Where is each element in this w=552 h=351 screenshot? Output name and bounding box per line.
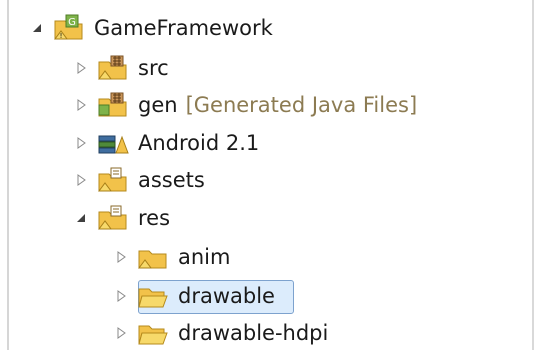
tree-node-src[interactable]: src bbox=[74, 50, 169, 86]
expanded-arrow-icon[interactable] bbox=[30, 21, 44, 35]
expanded-arrow-icon[interactable] bbox=[74, 211, 88, 225]
tree-node-res[interactable]: res bbox=[74, 200, 170, 236]
generated-files-note: [Generated Java Files] bbox=[185, 93, 418, 117]
svg-text:!: ! bbox=[60, 32, 63, 40]
folder-open-icon bbox=[136, 281, 170, 311]
generated-source-folder-icon bbox=[96, 90, 130, 120]
source-folder-icon bbox=[96, 53, 130, 83]
collapsed-arrow-icon[interactable] bbox=[114, 289, 128, 303]
folder-icon bbox=[136, 242, 170, 272]
tree-node-label: drawable-hdpi bbox=[178, 321, 329, 345]
tree-node-anim[interactable]: anim bbox=[114, 239, 230, 275]
folder-icon bbox=[96, 203, 130, 233]
collapsed-arrow-icon[interactable] bbox=[74, 136, 88, 150]
tree-node-label: drawable bbox=[178, 284, 275, 308]
view-border-right bbox=[532, 0, 534, 350]
tree-node-assets[interactable]: assets bbox=[74, 162, 205, 198]
tree-node-android-library[interactable]: Android 2.1 bbox=[74, 125, 259, 161]
tree-node-gen[interactable]: gen [Generated Java Files] bbox=[74, 87, 417, 123]
tree-node-label: gen bbox=[138, 93, 178, 117]
tree-node-label: GameFramework bbox=[94, 16, 273, 40]
view-border-left bbox=[7, 0, 9, 350]
collapsed-arrow-icon[interactable] bbox=[74, 98, 88, 112]
collapsed-arrow-icon[interactable] bbox=[74, 173, 88, 187]
tree-node-drawable-hdpi[interactable]: drawable-hdpi bbox=[114, 315, 328, 351]
tree-node-gameframework[interactable]: G ! GameFramework bbox=[30, 10, 273, 46]
library-icon bbox=[96, 128, 130, 158]
tree-node-label: assets bbox=[138, 168, 205, 192]
tree-node-drawable[interactable]: drawable bbox=[114, 278, 275, 314]
svg-text:G: G bbox=[68, 17, 76, 28]
collapsed-arrow-icon[interactable] bbox=[114, 326, 128, 340]
folder-icon bbox=[96, 165, 130, 195]
tree-node-label: anim bbox=[178, 245, 231, 269]
folder-open-icon bbox=[136, 318, 170, 348]
project-icon: G ! bbox=[52, 13, 86, 43]
tree-node-label: Android 2.1 bbox=[138, 131, 260, 155]
collapsed-arrow-icon[interactable] bbox=[114, 250, 128, 264]
tree-node-label: src bbox=[138, 56, 169, 80]
tree-node-label: res bbox=[138, 206, 171, 230]
collapsed-arrow-icon[interactable] bbox=[74, 61, 88, 75]
